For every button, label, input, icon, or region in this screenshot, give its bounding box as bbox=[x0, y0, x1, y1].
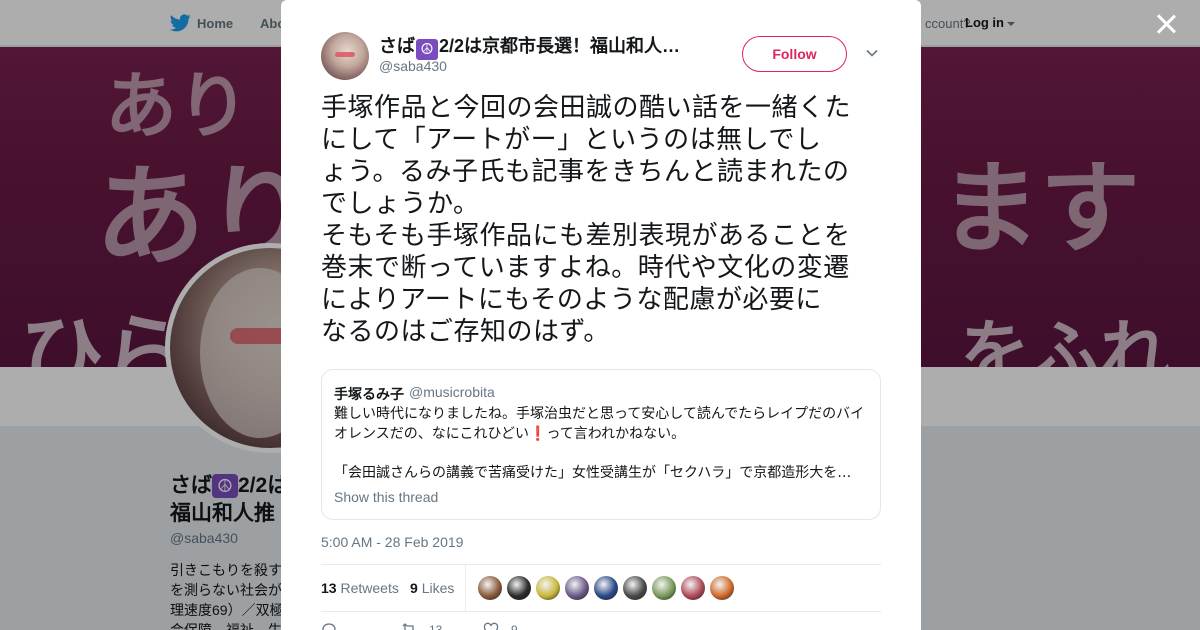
liker-avatars bbox=[478, 576, 734, 600]
heart-icon bbox=[483, 622, 499, 630]
retweet-count: 13 bbox=[429, 623, 443, 630]
show-thread-link[interactable]: Show this thread bbox=[334, 489, 438, 505]
stats-divider bbox=[465, 565, 466, 611]
retweet-button[interactable]: 13 bbox=[401, 622, 442, 630]
chevron-down-icon[interactable] bbox=[866, 47, 878, 59]
liker-avatar[interactable] bbox=[478, 576, 502, 600]
quoted-text-part: って言われかねない。 bbox=[546, 426, 686, 442]
follow-button[interactable]: Follow bbox=[742, 36, 847, 72]
avatar-glasses bbox=[335, 52, 355, 57]
likes-stat[interactable]: 9 Likes bbox=[410, 580, 454, 596]
liker-avatar[interactable] bbox=[565, 576, 589, 600]
likes-label: Likes bbox=[421, 580, 455, 596]
liker-avatar[interactable] bbox=[594, 576, 618, 600]
quoted-text: 難しい時代になりましたね。手塚治虫だと思って安心して読んでたらレイプだのバイ オ… bbox=[334, 404, 870, 444]
tweet-stats: 13 Retweets 9 Likes bbox=[321, 564, 881, 612]
author-name-part: 2/2は京都市長選！福山和人… bbox=[439, 36, 681, 56]
tweet-timestamp[interactable]: 5:00 AM - 28 Feb 2019 bbox=[321, 534, 463, 550]
retweets-stat[interactable]: 13 Retweets bbox=[321, 580, 399, 596]
author-handle[interactable]: @saba430 bbox=[379, 58, 447, 74]
close-icon[interactable] bbox=[1154, 12, 1178, 36]
tweet-text: 手塚作品と今回の会田誠の酷い話を一緒くた にして「アートがー」というのは無しでし… bbox=[321, 93, 852, 347]
author-avatar[interactable] bbox=[321, 32, 369, 80]
quoted-author-handle: @musicrobita bbox=[409, 384, 495, 400]
like-button[interactable]: 9 bbox=[483, 622, 518, 630]
retweet-icon bbox=[402, 623, 414, 630]
liker-avatar[interactable] bbox=[536, 576, 560, 600]
quoted-text-line: 「会田誠さんらの講義で苦痛受けた」女性受講生が「セクハラ」で京都造形大を… bbox=[334, 465, 852, 481]
retweets-label: Retweets bbox=[340, 580, 399, 596]
liker-avatar[interactable] bbox=[652, 576, 676, 600]
peace-symbol-icon: ☮ bbox=[416, 39, 438, 60]
liker-avatar[interactable] bbox=[710, 576, 734, 600]
reply-icon bbox=[322, 623, 336, 630]
quoted-tweet[interactable]: 手塚るみ子 @musicrobita 難しい時代になりましたね。手塚治虫だと思っ… bbox=[321, 369, 881, 520]
liker-avatar[interactable] bbox=[623, 576, 647, 600]
exclamation-icon: ❗ bbox=[529, 426, 547, 442]
reply-button[interactable] bbox=[321, 622, 337, 630]
like-count: 9 bbox=[511, 623, 518, 630]
liker-avatar[interactable] bbox=[681, 576, 705, 600]
liker-avatar[interactable] bbox=[507, 576, 531, 600]
tweet-actions: 13 9 bbox=[321, 620, 881, 630]
author-name[interactable]: さば ☮ 2/2は京都市長選！福山和人… bbox=[379, 32, 680, 60]
author-name-part: さば bbox=[379, 36, 415, 56]
quoted-author-name: 手塚るみ子 bbox=[334, 386, 404, 402]
tweet-modal: さば ☮ 2/2は京都市長選！福山和人… @saba430 Follow 手塚作品と… bbox=[281, 0, 921, 630]
likes-count: 9 bbox=[410, 580, 418, 596]
retweets-count: 13 bbox=[321, 580, 337, 596]
